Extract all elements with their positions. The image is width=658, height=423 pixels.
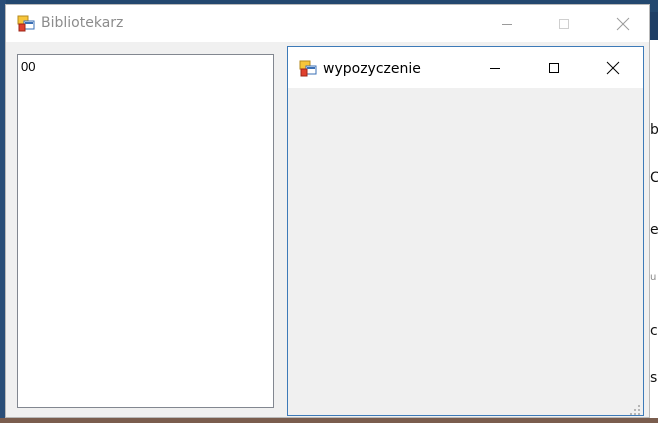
list-item[interactable]: 00: [21, 59, 35, 74]
close-icon: [606, 61, 620, 74]
background-text-fragment: u: [650, 272, 657, 283]
child-titlebar[interactable]: wypozyczenie: [288, 47, 643, 88]
background-text-fragment: s: [650, 370, 658, 386]
main-titlebar[interactable]: Bibliotekarz: [6, 5, 649, 42]
child-window-wypozyczenie: wypozyczenie: [287, 46, 644, 416]
minimize-button[interactable]: [484, 5, 530, 42]
minimize-icon: [502, 23, 512, 25]
desktop-background-bottom: [0, 418, 658, 423]
child-window-title: wypozyczenie: [323, 61, 421, 77]
maximize-icon: [549, 62, 559, 73]
main-window-title: Bibliotekarz: [41, 15, 124, 31]
minimize-icon: [490, 67, 500, 69]
maximize-button[interactable]: [541, 5, 587, 42]
maximize-icon: [559, 18, 569, 29]
app-form-icon: [299, 60, 317, 78]
resize-grip-icon[interactable]: [629, 401, 641, 415]
background-text-fragment: c: [650, 323, 658, 339]
close-icon: [616, 17, 630, 30]
child-minimize-button[interactable]: [472, 47, 518, 88]
background-text-fragment: C: [650, 170, 658, 186]
app-form-icon: [17, 15, 35, 33]
child-close-button[interactable]: [590, 47, 636, 88]
child-maximize-button[interactable]: [531, 47, 577, 88]
main-window: Bibliotekarz 00 wypozyczenie: [5, 4, 650, 418]
background-text-fragment: e: [650, 222, 658, 238]
background-text-fragment: b: [650, 122, 658, 138]
close-button[interactable]: [600, 5, 646, 42]
background-window-edge: b C e u c s: [650, 40, 658, 418]
books-listbox[interactable]: 00: [17, 54, 274, 408]
